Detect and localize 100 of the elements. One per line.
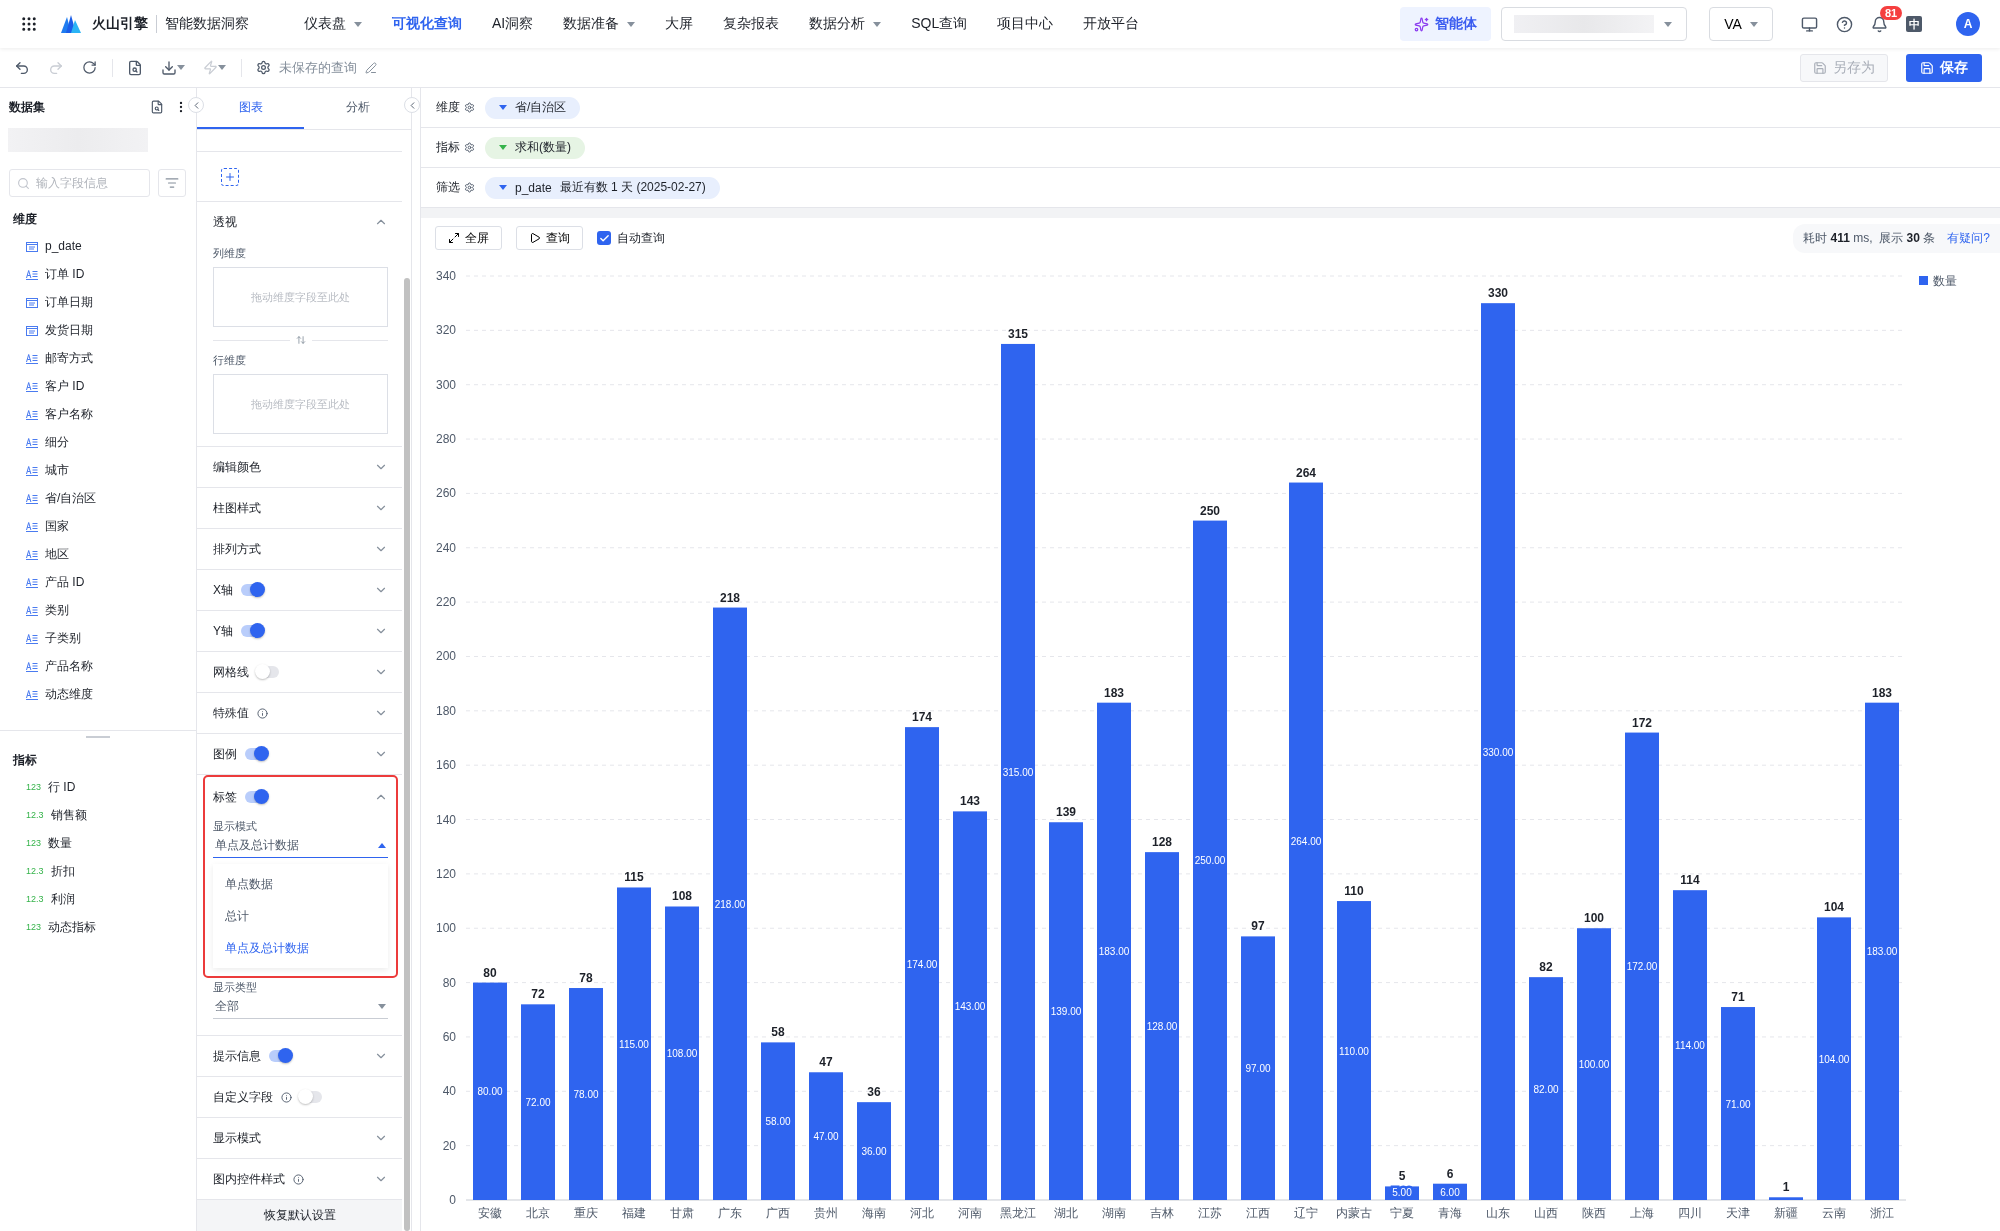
app-grid-icon[interactable]: [20, 15, 38, 33]
bolt-icon[interactable]: [203, 60, 218, 75]
info-icon[interactable]: [257, 707, 268, 719]
bar[interactable]: [1433, 1183, 1467, 1200]
nav-item[interactable]: 大屏: [650, 15, 709, 33]
toggle-switch[interactable]: [241, 625, 263, 638]
field-item[interactable]: 子类别: [45, 629, 81, 647]
toggle-switch[interactable]: [300, 1091, 322, 1104]
x-axis-label: 浙江: [1870, 1206, 1894, 1220]
field-item[interactable]: 行 ID: [48, 778, 76, 796]
settings-icon[interactable]: [464, 142, 475, 153]
add-button[interactable]: [221, 167, 239, 186]
field-item[interactable]: 邮寄方式: [45, 349, 93, 367]
field-item[interactable]: 利润: [50, 890, 75, 908]
info-icon[interactable]: [281, 1091, 292, 1103]
y-axis-label: 60: [442, 1029, 456, 1044]
dropdown-option[interactable]: 单点数据: [213, 868, 388, 901]
field-item[interactable]: p_date: [45, 239, 82, 253]
field-item[interactable]: 客户名称: [45, 405, 93, 423]
language-button[interactable]: 中: [1906, 16, 1922, 32]
dropdown-option[interactable]: 总计: [213, 900, 388, 933]
toggle-switch[interactable]: [245, 748, 267, 761]
dropdown-option[interactable]: 单点及总计数据: [213, 932, 388, 965]
refresh-icon[interactable]: [82, 60, 97, 75]
dimension-pill[interactable]: 省/自治区: [485, 96, 581, 119]
select-field[interactable]: 单点及总计数据: [213, 834, 388, 859]
brand-name: 火山引擎: [92, 15, 148, 33]
bar[interactable]: [857, 1102, 891, 1200]
nav-item[interactable]: SQL查询: [896, 15, 983, 33]
field-item[interactable]: 国家: [45, 517, 69, 535]
field-item[interactable]: 发货日期: [45, 321, 93, 339]
query-button[interactable]: 查询: [516, 226, 583, 250]
save-button[interactable]: 保存: [1906, 53, 1982, 82]
field-item[interactable]: 省/自治区: [45, 489, 97, 507]
field-item[interactable]: 细分: [45, 433, 69, 451]
nav-item[interactable]: 复杂报表: [708, 15, 795, 33]
field-item[interactable]: 类别: [45, 601, 69, 619]
total-label: 315: [1008, 326, 1028, 341]
field-item[interactable]: 产品名称: [45, 657, 93, 675]
user-avatar[interactable]: A: [1956, 12, 1980, 36]
nav-item[interactable]: 可视化查询: [377, 15, 477, 33]
field-item[interactable]: 动态指标: [48, 918, 97, 936]
field-item[interactable]: 动态维度: [45, 685, 93, 703]
select-field[interactable]: 全部: [213, 995, 388, 1020]
field-item[interactable]: 产品 ID: [45, 573, 85, 591]
nav-item[interactable]: AI洞察: [477, 15, 549, 33]
nav-item[interactable]: 仪表盘: [289, 15, 377, 33]
y-axis-label: 0: [449, 1193, 456, 1207]
bar[interactable]: [761, 1042, 795, 1200]
field-item[interactable]: 数量: [48, 834, 73, 852]
caret-icon[interactable]: [218, 65, 226, 70]
settings-icon[interactable]: [464, 102, 475, 113]
nav-item[interactable]: 开放平台: [1068, 15, 1155, 33]
redo-icon[interactable]: [48, 59, 64, 76]
filter-button[interactable]: [158, 169, 186, 197]
file-icon[interactable]: [150, 100, 164, 114]
space-select[interactable]: VA: [1709, 7, 1773, 41]
section-title: 透视: [213, 213, 237, 231]
field-item[interactable]: 折扣: [50, 862, 75, 880]
field-item[interactable]: 订单 ID: [45, 265, 85, 283]
checkbox[interactable]: [597, 231, 611, 245]
settings-icon[interactable]: [464, 182, 475, 193]
field-item[interactable]: 销售额: [50, 806, 87, 824]
toggle-switch[interactable]: [269, 1050, 291, 1063]
filter-pill[interactable]: p_date 最近有数 1 天 (2025-02-27): [485, 176, 720, 199]
measure-pill[interactable]: 求和(数量): [485, 136, 585, 159]
toggle-switch[interactable]: [245, 791, 267, 804]
file-icon[interactable]: [127, 59, 143, 76]
field-item[interactable]: 客户 ID: [45, 377, 85, 395]
bar[interactable]: [1385, 1186, 1419, 1200]
nav-item[interactable]: 数据分析: [794, 15, 897, 33]
field-item[interactable]: 订单日期: [45, 293, 93, 311]
nav-item[interactable]: 数据准备: [548, 15, 651, 33]
tab[interactable]: 分析: [304, 88, 411, 129]
x-axis-label: 重庆: [574, 1206, 598, 1220]
agent-button[interactable]: 智能体: [1400, 7, 1491, 41]
collapse-button[interactable]: [404, 97, 420, 113]
toggle-switch[interactable]: [257, 666, 279, 679]
swap-icon[interactable]: [295, 335, 306, 346]
info-icon[interactable]: [293, 1173, 304, 1185]
fullscreen-button[interactable]: 全屏: [435, 226, 502, 250]
help-link[interactable]: 有疑问?: [1947, 229, 1990, 247]
legend-label[interactable]: 数量: [1933, 274, 1957, 288]
toggle-switch[interactable]: [241, 584, 263, 597]
edit-icon[interactable]: [365, 61, 377, 74]
bell-icon[interactable]: [1871, 15, 1888, 33]
search-field[interactable]: 输入字段信息: [9, 169, 150, 197]
settings-icon[interactable]: [256, 60, 271, 75]
download-icon[interactable]: [161, 59, 177, 76]
field-item[interactable]: 城市: [45, 461, 69, 479]
resize-handle[interactable]: [86, 736, 110, 738]
monitor-icon[interactable]: [1801, 15, 1818, 33]
nav-item[interactable]: 项目中心: [982, 15, 1069, 33]
tab[interactable]: 图表: [197, 88, 304, 129]
total-label: 114: [1680, 873, 1700, 888]
caret-icon[interactable]: [177, 65, 185, 70]
help-icon[interactable]: [1836, 15, 1853, 33]
undo-icon[interactable]: [14, 59, 30, 76]
reset-button[interactable]: 恢复默认设置: [197, 1200, 402, 1231]
field-item[interactable]: 地区: [45, 545, 69, 563]
